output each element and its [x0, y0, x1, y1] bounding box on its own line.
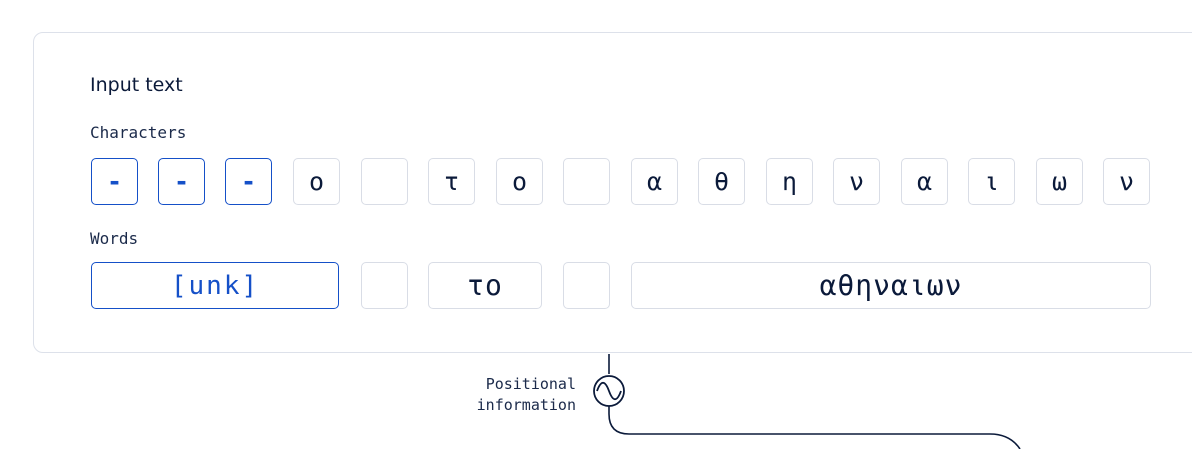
sine-wave-circle-icon — [593, 375, 625, 407]
connector-diagram — [593, 354, 1021, 449]
connector-line-out — [608, 406, 1021, 449]
